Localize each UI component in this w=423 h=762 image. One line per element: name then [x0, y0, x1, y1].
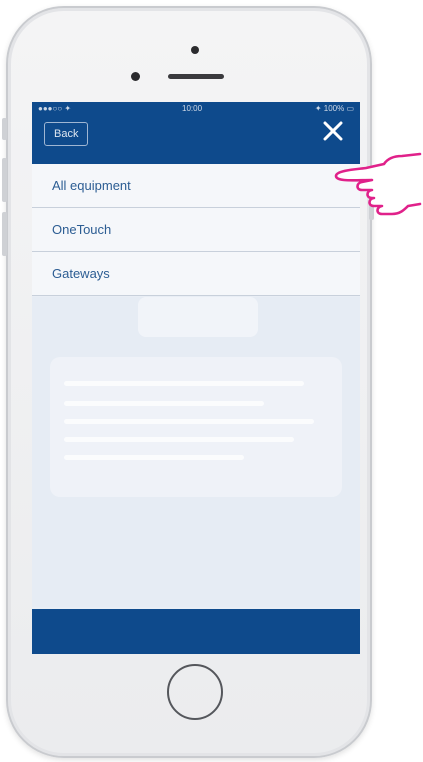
faded-text-line — [64, 437, 294, 442]
menu-item-all-equipment[interactable]: All equipment — [32, 164, 360, 208]
background-content — [32, 297, 360, 607]
menu-item-gateways[interactable]: Gateways — [32, 252, 360, 296]
mute-switch — [2, 118, 7, 140]
pointing-hand-icon — [334, 152, 422, 216]
faded-text-line — [64, 455, 244, 460]
earpiece-speaker — [168, 74, 224, 79]
navigation-bar: Back — [32, 116, 360, 164]
illustration-canvas: ●●●○○ ✦ 10:00 ✦ 100% ▭ Back All equipmen… — [0, 0, 423, 762]
close-icon[interactable] — [320, 118, 346, 144]
faded-text-line — [64, 381, 304, 386]
equipment-menu: All equipment OneTouch Gateways — [32, 164, 360, 296]
volume-down-button — [2, 212, 7, 256]
faded-text-line — [64, 401, 264, 406]
phone-screen: ●●●○○ ✦ 10:00 ✦ 100% ▭ Back All equipmen… — [32, 102, 360, 654]
back-button[interactable]: Back — [44, 122, 89, 146]
volume-up-button — [2, 158, 7, 202]
signal-indicator: ●●●○○ ✦ — [38, 104, 72, 113]
bottom-bar — [32, 609, 360, 654]
menu-item-onetouch[interactable]: OneTouch — [32, 208, 360, 252]
proximity-sensor — [131, 72, 140, 81]
status-bar: ●●●○○ ✦ 10:00 ✦ 100% ▭ — [32, 102, 360, 116]
faded-device-graphic — [138, 297, 258, 337]
battery-indicator: ✦ 100% ▭ — [314, 104, 354, 113]
phone-device: ●●●○○ ✦ 10:00 ✦ 100% ▭ Back All equipmen… — [2, 6, 374, 758]
status-time: 10:00 — [182, 104, 203, 113]
home-button[interactable] — [167, 664, 223, 720]
faded-welcome-card — [50, 357, 342, 497]
faded-text-line — [64, 419, 314, 424]
front-camera — [191, 46, 199, 54]
